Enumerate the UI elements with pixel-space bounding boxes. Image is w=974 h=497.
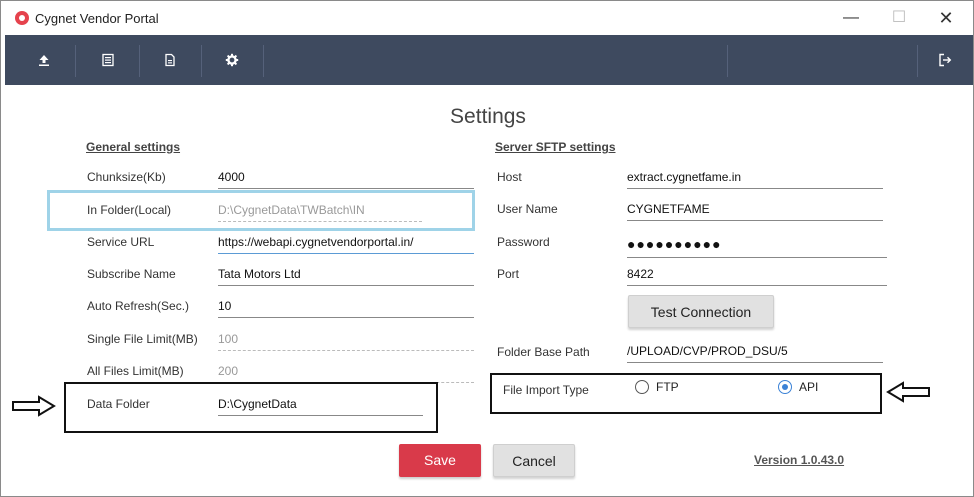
service-url-label: Service URL [87, 235, 155, 249]
host-input[interactable]: extract.cygnetfame.in [627, 170, 883, 189]
auto-refresh-input[interactable]: 10 [218, 299, 474, 318]
in-folder-input[interactable]: D:\CygnetData\TWBatch\IN [218, 203, 422, 222]
title-bar: Cygnet Vendor Portal — ☐ ✕ [1, 1, 973, 35]
document-button[interactable] [139, 35, 201, 85]
logout-button[interactable] [917, 35, 973, 85]
all-files-limit-label: All Files Limit(MB) [87, 364, 184, 378]
auto-refresh-label: Auto Refresh(Sec.) [87, 299, 190, 313]
chunksize-label: Chunksize(Kb) [87, 170, 166, 184]
toolbar-divider [75, 45, 76, 77]
chunksize-input[interactable]: 4000 [218, 170, 474, 189]
settings-button[interactable] [201, 35, 263, 85]
window-title: Cygnet Vendor Portal [35, 11, 159, 26]
toolbar [5, 35, 973, 85]
api-radio[interactable] [778, 380, 792, 394]
minimize-button[interactable]: — [837, 7, 865, 29]
user-name-input[interactable]: CYGNETFAME [627, 202, 883, 221]
cancel-button[interactable]: Cancel [493, 444, 575, 477]
arrow-right-icon [12, 395, 56, 417]
maximize-button[interactable]: ☐ [885, 7, 913, 29]
host-label: Host [497, 170, 522, 184]
app-window: Cygnet Vendor Portal — ☐ ✕ Settings Gene… [0, 0, 974, 497]
general-settings-heading: General settings [86, 140, 181, 154]
single-file-limit-input[interactable]: 100 [218, 332, 474, 351]
app-logo-icon [15, 11, 29, 25]
password-input[interactable]: ●●●●●●●●●● [627, 236, 887, 258]
single-file-limit-label: Single File Limit(MB) [87, 332, 198, 346]
list-icon [102, 53, 114, 67]
upload-icon [39, 55, 49, 66]
password-label: Password [497, 235, 550, 249]
version-link[interactable]: Version 1.0.43.0 [754, 453, 844, 467]
test-connection-button[interactable]: Test Connection [628, 295, 774, 328]
logout-icon [939, 53, 952, 67]
in-folder-label: In Folder(Local) [87, 203, 172, 217]
port-label: Port [497, 267, 520, 281]
data-folder-input[interactable]: D:\CygnetData [218, 397, 423, 416]
upload-button[interactable] [13, 35, 75, 85]
toolbar-divider [263, 45, 264, 77]
log-button[interactable] [77, 35, 139, 85]
gear-icon [225, 53, 239, 67]
data-folder-label: Data Folder [87, 397, 150, 411]
document-icon [165, 53, 175, 67]
api-radio-label[interactable]: API [799, 380, 818, 394]
close-button[interactable]: ✕ [932, 7, 960, 29]
arrow-left-icon [886, 381, 930, 403]
subscribe-name-input[interactable]: Tata Motors Ltd [218, 267, 474, 286]
port-input[interactable]: 8422 [627, 267, 887, 286]
page-title: Settings [450, 105, 526, 128]
ftp-radio[interactable] [635, 380, 649, 394]
folder-base-path-input[interactable]: /UPLOAD/CVP/PROD_DSU/5 [627, 344, 883, 363]
sftp-settings-heading: Server SFTP settings [495, 140, 616, 154]
all-files-limit-input[interactable]: 200 [218, 364, 474, 383]
service-url-input[interactable]: https://webapi.cygnetvendorportal.in/ [218, 235, 474, 254]
folder-base-path-label: Folder Base Path [497, 345, 590, 359]
toolbar-divider [727, 45, 728, 77]
ftp-radio-label[interactable]: FTP [656, 380, 679, 394]
subscribe-name-label: Subscribe Name [87, 267, 176, 281]
user-name-label: User Name [497, 202, 558, 216]
file-import-type-label: File Import Type [503, 383, 589, 397]
save-button[interactable]: Save [399, 444, 481, 477]
